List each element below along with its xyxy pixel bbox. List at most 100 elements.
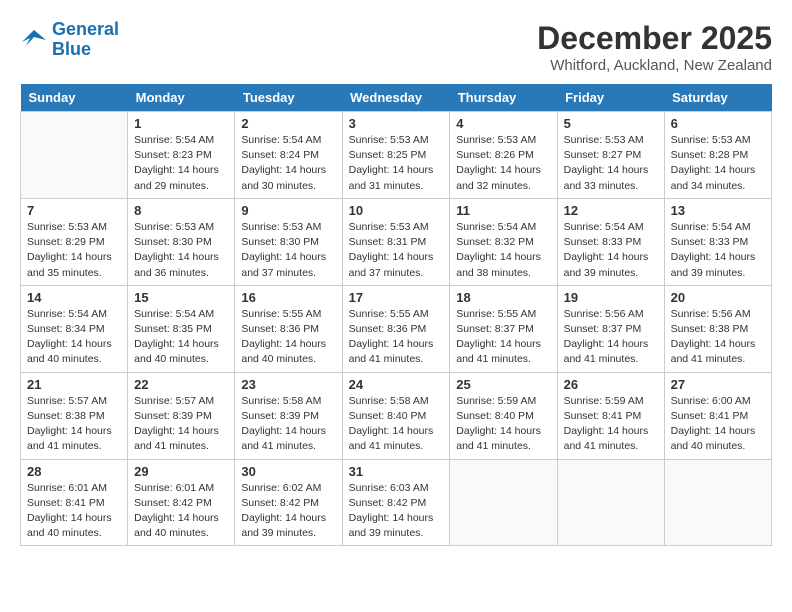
- calendar-cell: 7 Sunrise: 5:53 AM Sunset: 8:29 PM Daylig…: [21, 198, 128, 285]
- calendar-cell: 1Sunrise: 5:54 AM Sunset: 8:23 PM Daylig…: [128, 112, 235, 199]
- date-number: 17: [349, 290, 444, 305]
- cell-info: Sunrise: 6:00 AM Sunset: 8:41 PM Dayligh…: [671, 394, 765, 455]
- calendar-cell: 5 Sunrise: 5:53 AM Sunset: 8:27 PM Daylig…: [557, 112, 664, 199]
- cell-info: Sunrise: 5:58 AM Sunset: 8:40 PM Dayligh…: [349, 394, 444, 455]
- cell-info: Sunrise: 6:01 AM Sunset: 8:41 PM Dayligh…: [27, 481, 121, 542]
- cell-info: Sunrise: 5:54 AM Sunset: 8:32 PM Dayligh…: [456, 220, 550, 281]
- calendar-cell: [664, 459, 771, 546]
- date-number: 13: [671, 203, 765, 218]
- calendar-cell: 31 Sunrise: 6:03 AM Sunset: 8:42 PM Dayli…: [342, 459, 450, 546]
- date-number: 4: [456, 116, 550, 131]
- cell-info: Sunrise: 5:53 AM Sunset: 8:26 PM Dayligh…: [456, 133, 550, 194]
- cell-info: Sunrise: 5:53 AM Sunset: 8:29 PM Dayligh…: [27, 220, 121, 281]
- cell-info: Sunrise: 5:53 AM Sunset: 8:28 PM Dayligh…: [671, 133, 765, 194]
- calendar-cell: 4 Sunrise: 5:53 AM Sunset: 8:26 PM Daylig…: [450, 112, 557, 199]
- cell-info: Sunrise: 5:57 AM Sunset: 8:39 PM Dayligh…: [134, 394, 228, 455]
- calendar-cell: 27 Sunrise: 6:00 AM Sunset: 8:41 PM Dayli…: [664, 372, 771, 459]
- logo-text: General Blue: [52, 20, 119, 60]
- cell-info: Sunrise: 5:53 AM Sunset: 8:30 PM Dayligh…: [241, 220, 335, 281]
- date-number: 24: [349, 377, 444, 392]
- date-number: 22: [134, 377, 228, 392]
- date-number: 2: [241, 116, 335, 131]
- date-number: 31: [349, 464, 444, 479]
- calendar-cell: 12 Sunrise: 5:54 AM Sunset: 8:33 PM Dayli…: [557, 198, 664, 285]
- calendar-cell: [450, 459, 557, 546]
- week-row-4: 21 Sunrise: 5:57 AM Sunset: 8:38 PM Dayli…: [21, 372, 772, 459]
- date-number: 25: [456, 377, 550, 392]
- date-number: 20: [671, 290, 765, 305]
- date-number: 29: [134, 464, 228, 479]
- date-number: 7: [27, 203, 121, 218]
- month-title: December 2025: [537, 20, 772, 57]
- cell-info: Sunrise: 5:53 AM Sunset: 8:27 PM Dayligh…: [564, 133, 658, 194]
- calendar-cell: 10Sunrise: 5:53 AM Sunset: 8:31 PM Dayli…: [342, 198, 450, 285]
- calendar-cell: 3 Sunrise: 5:53 AM Sunset: 8:25 PM Daylig…: [342, 112, 450, 199]
- date-number: 11: [456, 203, 550, 218]
- logo-line1: General: [52, 19, 119, 39]
- date-number: 1: [134, 116, 228, 131]
- date-number: 15: [134, 290, 228, 305]
- week-row-2: 7 Sunrise: 5:53 AM Sunset: 8:29 PM Daylig…: [21, 198, 772, 285]
- date-number: 3: [349, 116, 444, 131]
- date-number: 5: [564, 116, 658, 131]
- calendar-cell: 18Sunrise: 5:55 AM Sunset: 8:37 PM Dayli…: [450, 285, 557, 372]
- date-number: 8: [134, 203, 228, 218]
- day-header-thursday: Thursday: [450, 84, 557, 112]
- calendar-cell: 16 Sunrise: 5:55 AM Sunset: 8:36 PM Dayli…: [235, 285, 342, 372]
- calendar-table: SundayMondayTuesdayWednesdayThursdayFrid…: [20, 84, 772, 546]
- page-header: General Blue December 2025 Whitford, Auc…: [20, 20, 772, 74]
- logo: General Blue: [20, 20, 119, 60]
- cell-info: Sunrise: 5:55 AM Sunset: 8:36 PM Dayligh…: [241, 307, 335, 368]
- logo-line2: Blue: [52, 39, 91, 59]
- week-row-3: 14Sunrise: 5:54 AM Sunset: 8:34 PM Dayli…: [21, 285, 772, 372]
- date-number: 27: [671, 377, 765, 392]
- calendar-cell: 11 Sunrise: 5:54 AM Sunset: 8:32 PM Dayli…: [450, 198, 557, 285]
- day-header-row: SundayMondayTuesdayWednesdayThursdayFrid…: [21, 84, 772, 112]
- calendar-cell: 28 Sunrise: 6:01 AM Sunset: 8:41 PM Dayli…: [21, 459, 128, 546]
- date-number: 30: [241, 464, 335, 479]
- day-header-wednesday: Wednesday: [342, 84, 450, 112]
- calendar-cell: [557, 459, 664, 546]
- cell-info: Sunrise: 5:56 AM Sunset: 8:37 PM Dayligh…: [564, 307, 658, 368]
- date-number: 19: [564, 290, 658, 305]
- calendar-cell: [21, 112, 128, 199]
- day-header-tuesday: Tuesday: [235, 84, 342, 112]
- logo-icon: [20, 26, 48, 54]
- cell-info: Sunrise: 5:57 AM Sunset: 8:38 PM Dayligh…: [27, 394, 121, 455]
- cell-info: Sunrise: 5:53 AM Sunset: 8:25 PM Dayligh…: [349, 133, 444, 194]
- cell-info: Sunrise: 5:53 AM Sunset: 8:30 PM Dayligh…: [134, 220, 228, 281]
- date-number: 12: [564, 203, 658, 218]
- date-number: 10: [349, 203, 444, 218]
- date-number: 28: [27, 464, 121, 479]
- week-row-5: 28 Sunrise: 6:01 AM Sunset: 8:41 PM Dayli…: [21, 459, 772, 546]
- title-area: December 2025 Whitford, Auckland, New Ze…: [537, 20, 772, 74]
- calendar-cell: 15Sunrise: 5:54 AM Sunset: 8:35 PM Dayli…: [128, 285, 235, 372]
- cell-info: Sunrise: 6:03 AM Sunset: 8:42 PM Dayligh…: [349, 481, 444, 542]
- cell-info: Sunrise: 5:54 AM Sunset: 8:33 PM Dayligh…: [671, 220, 765, 281]
- location: Whitford, Auckland, New Zealand: [537, 57, 772, 74]
- calendar-cell: 20 Sunrise: 5:56 AM Sunset: 8:38 PM Dayli…: [664, 285, 771, 372]
- cell-info: Sunrise: 5:56 AM Sunset: 8:38 PM Dayligh…: [671, 307, 765, 368]
- calendar-cell: 17 Sunrise: 5:55 AM Sunset: 8:36 PM Dayli…: [342, 285, 450, 372]
- date-number: 6: [671, 116, 765, 131]
- date-number: 16: [241, 290, 335, 305]
- date-number: 26: [564, 377, 658, 392]
- date-number: 21: [27, 377, 121, 392]
- cell-info: Sunrise: 5:58 AM Sunset: 8:39 PM Dayligh…: [241, 394, 335, 455]
- calendar-cell: 6 Sunrise: 5:53 AM Sunset: 8:28 PM Daylig…: [664, 112, 771, 199]
- calendar-cell: 29 Sunrise: 6:01 AM Sunset: 8:42 PM Dayli…: [128, 459, 235, 546]
- calendar-cell: 30Sunrise: 6:02 AM Sunset: 8:42 PM Dayli…: [235, 459, 342, 546]
- day-header-friday: Friday: [557, 84, 664, 112]
- cell-info: Sunrise: 5:54 AM Sunset: 8:33 PM Dayligh…: [564, 220, 658, 281]
- calendar-cell: 14Sunrise: 5:54 AM Sunset: 8:34 PM Dayli…: [21, 285, 128, 372]
- cell-info: Sunrise: 5:55 AM Sunset: 8:36 PM Dayligh…: [349, 307, 444, 368]
- day-header-sunday: Sunday: [21, 84, 128, 112]
- cell-info: Sunrise: 6:01 AM Sunset: 8:42 PM Dayligh…: [134, 481, 228, 542]
- date-number: 18: [456, 290, 550, 305]
- cell-info: Sunrise: 5:59 AM Sunset: 8:41 PM Dayligh…: [564, 394, 658, 455]
- week-row-1: 1Sunrise: 5:54 AM Sunset: 8:23 PM Daylig…: [21, 112, 772, 199]
- date-number: 14: [27, 290, 121, 305]
- calendar-cell: 24 Sunrise: 5:58 AM Sunset: 8:40 PM Dayli…: [342, 372, 450, 459]
- calendar-cell: 2Sunrise: 5:54 AM Sunset: 8:24 PM Daylig…: [235, 112, 342, 199]
- date-number: 23: [241, 377, 335, 392]
